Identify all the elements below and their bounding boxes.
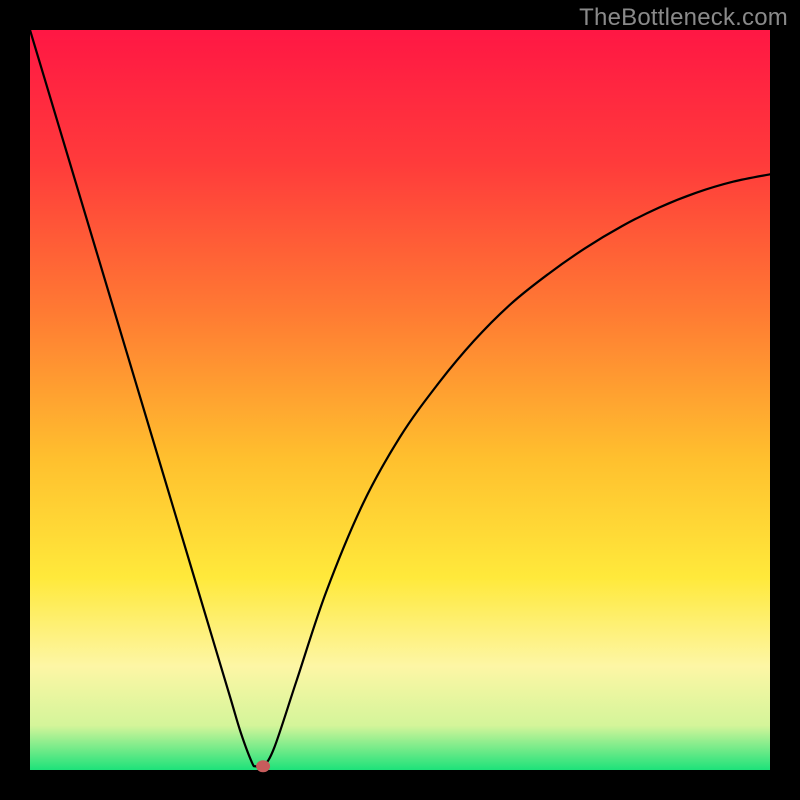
watermark-text: TheBottleneck.com (579, 4, 788, 32)
data-point-marker (256, 760, 270, 772)
chart-container: TheBottleneck.com (0, 0, 800, 800)
bottleneck-chart (0, 0, 800, 800)
